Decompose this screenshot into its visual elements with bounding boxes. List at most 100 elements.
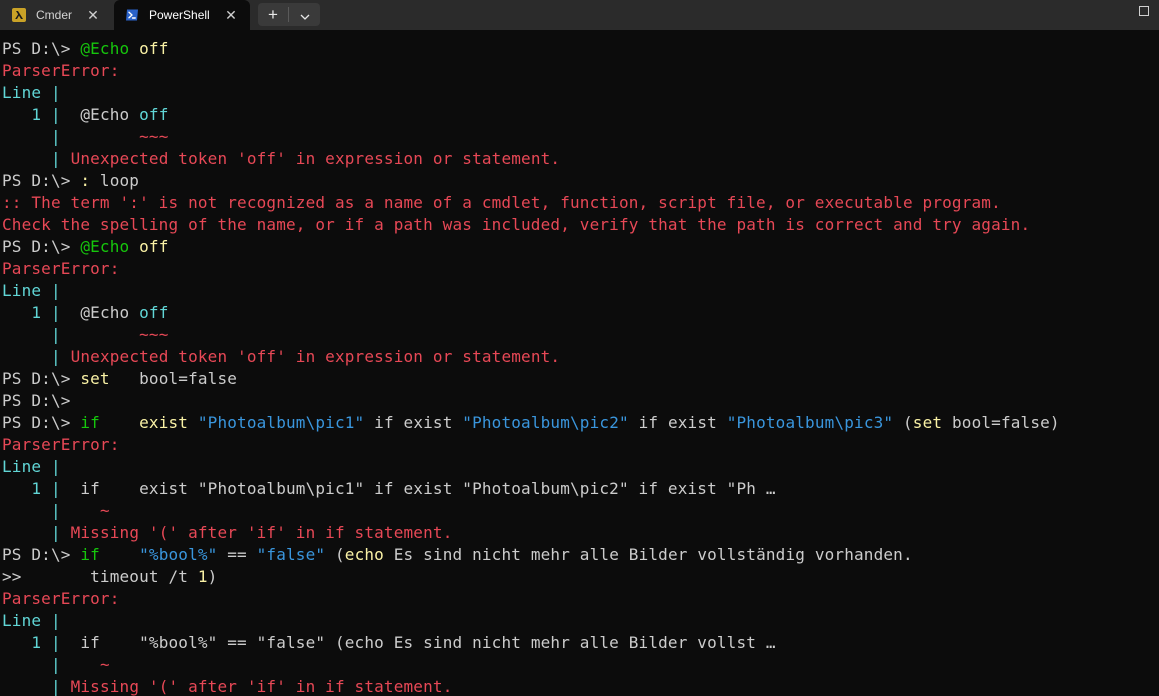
terminal-line: | ~~~ (0, 126, 1159, 148)
terminal-text: ~ (70, 501, 110, 520)
terminal-text: set (912, 413, 943, 432)
cmder-lambda-icon (12, 8, 26, 22)
terminal-text: ParserError: (2, 61, 120, 80)
terminal-line: ParserError: (0, 434, 1159, 456)
terminal-text: bool=false (109, 369, 238, 388)
terminal-line: | Missing '(' after 'if' in if statement… (0, 676, 1159, 696)
terminal-text: ParserError: (2, 589, 120, 608)
terminal-text: "Photoalbum\pic1" (197, 413, 365, 432)
terminal-line: | Unexpected token 'off' in expression o… (0, 148, 1159, 170)
terminal-text: loop (90, 171, 140, 190)
title-bar: Cmder ✕ PowerShell ✕ + (0, 0, 1159, 30)
terminal-text: 1 | (2, 303, 71, 322)
terminal-text: ~~~ (70, 325, 169, 344)
terminal-text: :: The term ':' is not recognized as a n… (2, 193, 1001, 212)
terminal-text: | (2, 347, 71, 366)
tab-label: Cmder (36, 8, 73, 22)
terminal-text: | (2, 127, 71, 146)
tab-cmder[interactable]: Cmder ✕ (0, 0, 112, 30)
terminal-line: PS D:\> @Echo off (0, 236, 1159, 258)
terminal-text: off (139, 237, 169, 256)
maximize-button[interactable] (1138, 2, 1152, 16)
terminal-text: if (80, 413, 100, 432)
terminal-line: 1 | @Echo off (0, 302, 1159, 324)
terminal-text: PS D:\> (2, 545, 81, 564)
terminal-text: | (2, 677, 71, 696)
terminal-text: Missing '(' after 'if' in if statement. (70, 677, 453, 696)
terminal-text: ) (207, 567, 218, 586)
new-tab-button-group: + (258, 3, 320, 26)
close-tab-icon[interactable]: ✕ (218, 7, 244, 24)
terminal-text: @Echo (80, 237, 130, 256)
terminal-line: Line | (0, 82, 1159, 104)
terminal-text: Line | (2, 83, 61, 102)
terminal-line: 1 | if "%bool%" == "false" (echo Es sind… (0, 632, 1159, 654)
terminal-text: | (2, 523, 71, 542)
terminal-text: Missing '(' after 'if' in if statement. (70, 523, 453, 542)
terminal-line: Line | (0, 456, 1159, 478)
terminal-text: if exist (364, 413, 463, 432)
terminal-text: >> timeout /t (2, 567, 198, 586)
terminal-text: 1 | (2, 105, 71, 124)
terminal-text: off (139, 39, 169, 58)
terminal-text: if (80, 545, 100, 564)
terminal-text: 1 | (2, 479, 71, 498)
maximize-icon (1138, 2, 1150, 21)
terminal-text: PS D:\> (2, 369, 81, 388)
terminal-text: off (139, 105, 169, 124)
terminal-text: | (2, 149, 71, 168)
terminal-line: >> timeout /t 1) (0, 566, 1159, 588)
terminal-text: Line | (2, 457, 61, 476)
terminal-line: 1 | if exist "Photoalbum\pic1" if exist … (0, 478, 1159, 500)
tab-label: PowerShell (149, 8, 210, 22)
terminal-text: "false" (256, 545, 326, 564)
terminal-line: PS D:\> (0, 390, 1159, 412)
terminal-output[interactable]: PS D:\> @Echo off ParserError: Line | 1 | … (0, 38, 1159, 696)
new-tab-button[interactable]: + (258, 3, 288, 26)
terminal-line: | Missing '(' after 'if' in if statement… (0, 522, 1159, 544)
terminal-line: Check the spelling of the name, or if a … (0, 214, 1159, 236)
terminal-text: | (2, 325, 71, 344)
terminal-text: 1 (197, 567, 208, 586)
terminal-text: Line | (2, 611, 61, 630)
terminal-line: | ~ (0, 500, 1159, 522)
terminal-text: PS D:\> (2, 391, 71, 410)
terminal-line: PS D:\> set bool=false (0, 368, 1159, 390)
terminal-text: | (2, 655, 71, 674)
terminal-line: | ~~~ (0, 324, 1159, 346)
terminal-text: ( (325, 545, 345, 564)
tab-powershell[interactable]: PowerShell ✕ (114, 0, 250, 30)
terminal-text: @Echo (70, 105, 140, 124)
terminal-text: off (139, 303, 169, 322)
profile-dropdown-button[interactable] (289, 3, 320, 26)
terminal-text: 1 | (2, 633, 71, 652)
terminal-text: Line | (2, 281, 61, 300)
terminal-text: PS D:\> (2, 39, 81, 58)
terminal-text: @Echo (70, 303, 140, 322)
terminal-text: "%bool%" (139, 545, 218, 564)
terminal-text: PS D:\> (2, 171, 81, 190)
terminal-line: | Unexpected token 'off' in expression o… (0, 346, 1159, 368)
terminal-text: PS D:\> (2, 413, 81, 432)
terminal-text: if exist "Photoalbum\pic1" if exist "Pho… (70, 479, 776, 498)
terminal-text: @Echo (80, 39, 130, 58)
terminal-text: ~~~ (70, 127, 169, 146)
terminal-text: "Photoalbum\pic3" (726, 413, 894, 432)
terminal-text: : (80, 171, 91, 190)
terminal-text: Unexpected token 'off' in expression or … (70, 149, 561, 168)
terminal-text: ~ (70, 655, 110, 674)
terminal-text: set (80, 369, 110, 388)
terminal-line: PS D:\> @Echo off (0, 38, 1159, 60)
terminal-text: Unexpected token 'off' in expression or … (70, 347, 561, 366)
powershell-icon (125, 8, 139, 22)
terminal-line: ParserError: (0, 258, 1159, 280)
chevron-down-icon (300, 5, 310, 24)
terminal-text: ParserError: (2, 259, 120, 278)
terminal-text: bool=false) (942, 413, 1060, 432)
close-tab-icon[interactable]: ✕ (80, 7, 106, 24)
terminal-line: ParserError: (0, 60, 1159, 82)
